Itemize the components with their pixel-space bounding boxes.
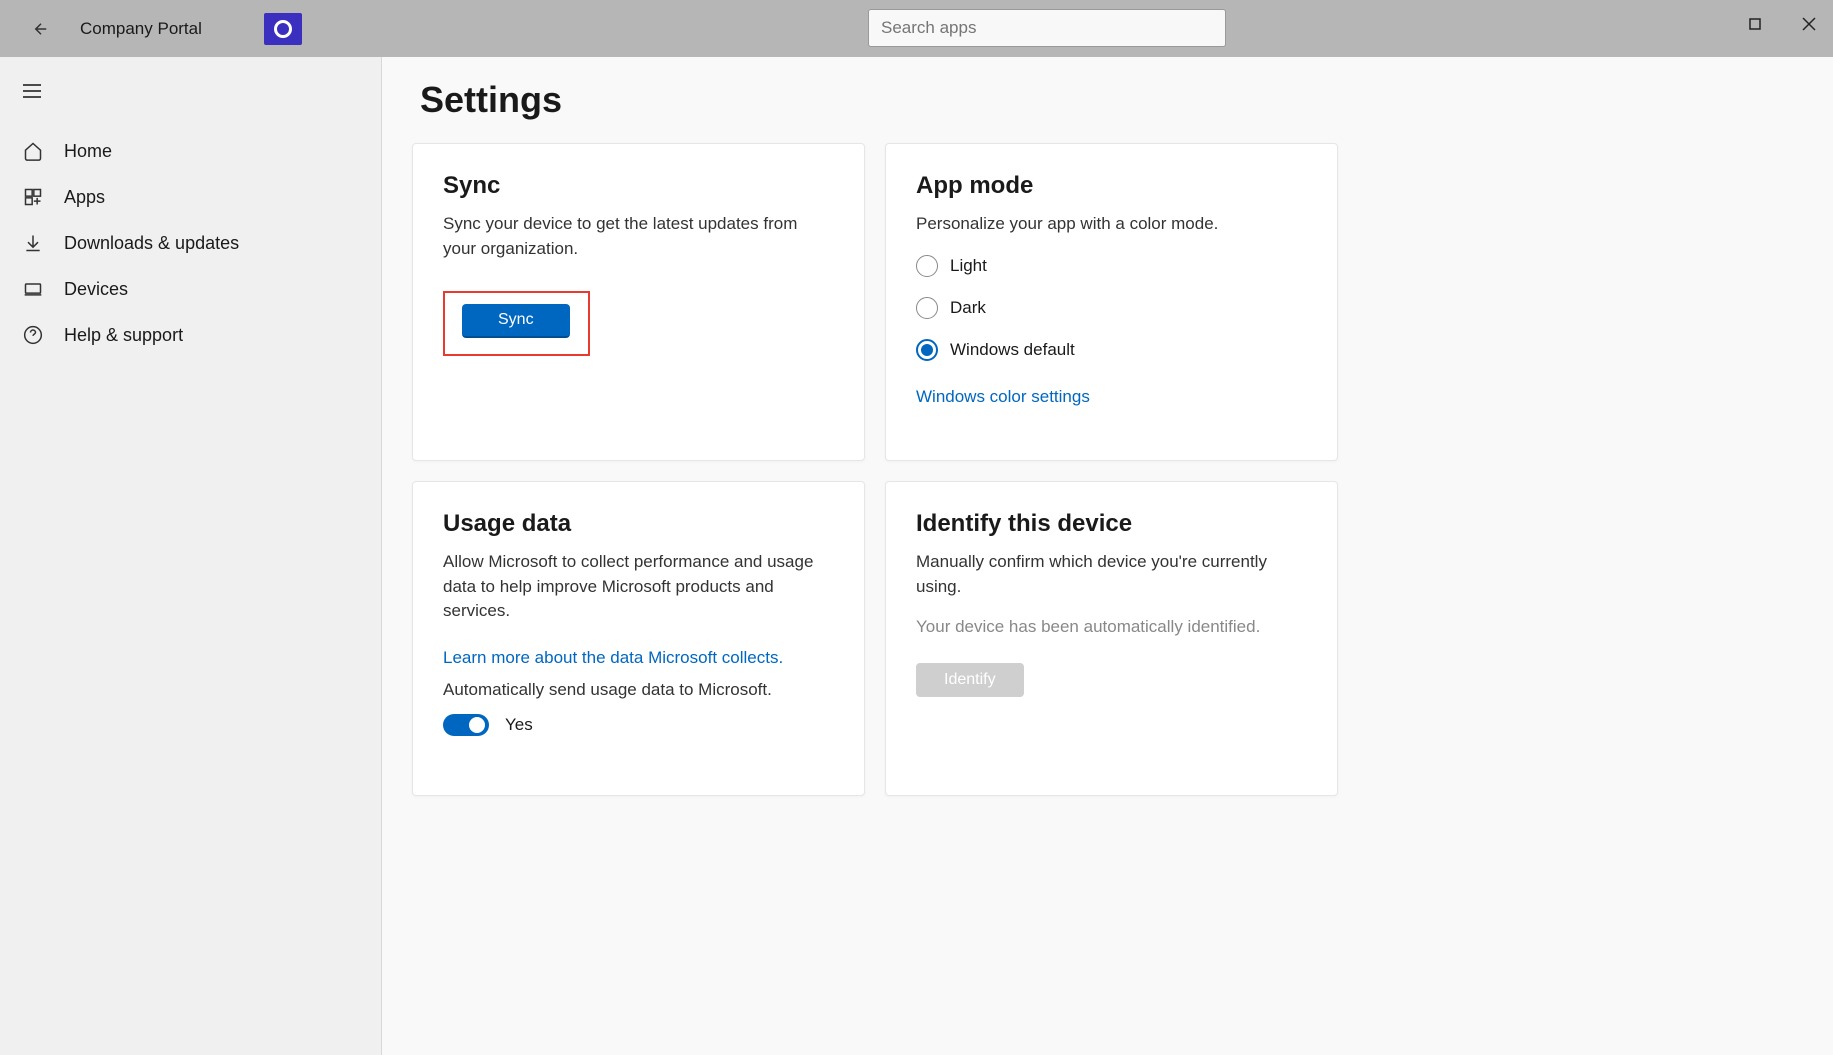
sidebar-item-label: Devices [64,279,128,300]
card-app-mode: App mode Personalize your app with a col… [885,143,1338,461]
identify-button[interactable]: Identify [916,663,1024,697]
sidebar-item-label: Help & support [64,325,183,346]
usage-toggle[interactable] [443,714,489,736]
card-identify: Identify this device Manually confirm wh… [885,481,1338,796]
radio-circle-checked-icon [916,339,938,361]
search-input[interactable] [868,9,1226,47]
hamburger-button[interactable] [0,75,381,112]
page-title: Settings [420,79,1803,121]
sidebar: Home Apps Downloads & updates Devices He [0,57,382,1055]
radio-circle-icon [916,297,938,319]
sidebar-item-help[interactable]: Help & support [0,312,381,358]
usage-toggle-state: Yes [505,715,533,735]
home-icon [22,140,44,162]
app-logo-icon [264,13,302,45]
close-button[interactable] [1797,12,1821,36]
windows-color-settings-link[interactable]: Windows color settings [916,387,1090,407]
apps-icon [22,186,44,208]
sidebar-item-home[interactable]: Home [0,128,381,174]
app-title: Company Portal [80,19,202,39]
card-identify-desc: Manually confirm which device you're cur… [916,550,1307,599]
devices-icon [22,278,44,300]
sync-highlight: Sync [443,291,590,356]
card-appmode-title: App mode [916,172,1307,200]
card-usage-data: Usage data Allow Microsoft to collect pe… [412,481,865,796]
sidebar-item-downloads[interactable]: Downloads & updates [0,220,381,266]
sidebar-item-label: Apps [64,187,105,208]
radio-label: Windows default [950,340,1075,360]
card-identify-title: Identify this device [916,510,1307,538]
main-content: Settings Sync Sync your device to get th… [382,57,1833,1055]
title-bar: Company Portal [0,0,1833,57]
maximize-button[interactable] [1743,12,1767,36]
help-icon [22,324,44,346]
card-usage-desc: Allow Microsoft to collect performance a… [443,550,834,624]
card-sync-desc: Sync your device to get the latest updat… [443,212,834,261]
sidebar-item-devices[interactable]: Devices [0,266,381,312]
back-button[interactable] [26,14,56,44]
sidebar-item-apps[interactable]: Apps [0,174,381,220]
card-sync-title: Sync [443,172,834,200]
sync-button[interactable]: Sync [462,304,570,338]
sidebar-item-label: Home [64,141,112,162]
radio-windows-default[interactable]: Windows default [916,339,1307,361]
usage-toggle-caption: Automatically send usage data to Microso… [443,680,834,700]
card-sync: Sync Sync your device to get the latest … [412,143,865,461]
radio-light[interactable]: Light [916,255,1307,277]
identify-status: Your device has been automatically ident… [916,617,1307,637]
radio-dark[interactable]: Dark [916,297,1307,319]
download-icon [22,232,44,254]
radio-label: Dark [950,298,986,318]
window-controls [1743,0,1821,40]
radio-circle-icon [916,255,938,277]
sidebar-item-label: Downloads & updates [64,233,239,254]
card-appmode-desc: Personalize your app with a color mode. [916,212,1307,237]
learn-more-link[interactable]: Learn more about the data Microsoft coll… [443,648,783,668]
radio-label: Light [950,256,987,276]
card-usage-title: Usage data [443,510,834,538]
